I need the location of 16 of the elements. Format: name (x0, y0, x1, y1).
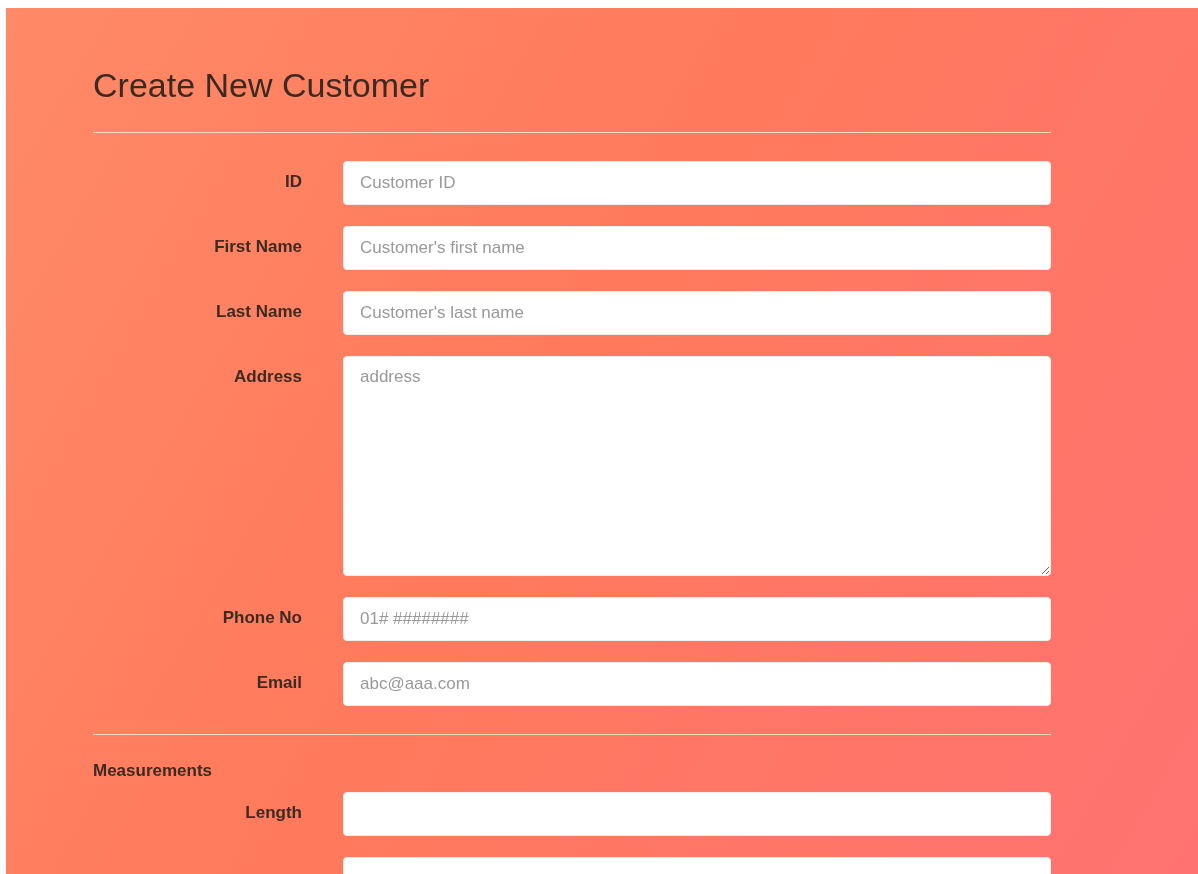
address-field[interactable]: address (343, 356, 1051, 576)
field-label: Address (233, 367, 302, 386)
input-field[interactable]: 01# ######## (343, 597, 1051, 641)
input-field[interactable]: abc@aaa.com (343, 662, 1051, 706)
input-field[interactable]: Customer's first name (343, 226, 1051, 270)
field-label: Email (256, 673, 302, 692)
field-label: Last Name (216, 302, 302, 321)
field-label: Length (245, 803, 302, 822)
input-field[interactable]: Customer ID (343, 161, 1051, 205)
input-field[interactable] (343, 792, 1051, 836)
section-heading: Measurements (93, 761, 214, 781)
input-field[interactable]: Customer's last name (343, 291, 1051, 335)
field-label: First Name (214, 237, 302, 256)
page-title: Create New Customer (93, 65, 431, 106)
field-label: ID (285, 172, 302, 191)
field-label: Phone No (222, 608, 302, 627)
